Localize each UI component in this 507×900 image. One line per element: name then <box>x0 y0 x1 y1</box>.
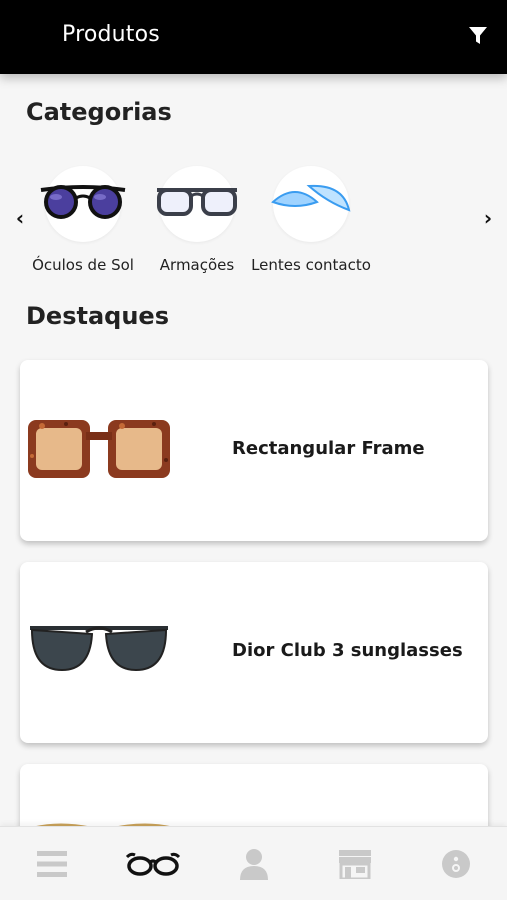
info-icon <box>441 850 470 878</box>
category-label: Armações <box>159 256 235 274</box>
dark-aviator-sunglasses <box>30 626 168 672</box>
carousel-next-button[interactable]: › <box>480 204 496 232</box>
category-item-contact-lenses[interactable]: Lentes contacto <box>251 166 371 274</box>
nav-stores[interactable] <box>304 827 405 900</box>
contact-lenses-image <box>271 184 351 212</box>
categories-heading: Categorias <box>26 98 172 126</box>
category-image-circle <box>271 166 351 242</box>
product-name: Dior Club 3 sunglasses <box>232 640 463 661</box>
product-card[interactable]: Rectangular Frame <box>20 360 488 541</box>
category-label: Lentes contacto <box>251 256 371 274</box>
nav-glasses[interactable] <box>102 827 203 900</box>
filter-button[interactable] <box>467 24 489 48</box>
nav-menu[interactable] <box>1 827 102 900</box>
category-image-circle <box>157 166 237 242</box>
bottom-navigation <box>0 826 507 900</box>
product-card[interactable]: Dior Club 3 sunglasses <box>20 562 488 743</box>
chevron-right-icon: › <box>483 206 493 230</box>
nav-info[interactable] <box>405 827 506 900</box>
glasses-icon <box>125 852 180 876</box>
eyeglass-frames-image <box>157 188 237 216</box>
user-icon <box>239 849 268 880</box>
sunglasses-image <box>40 185 126 219</box>
category-item-frames[interactable]: Armações <box>137 166 257 274</box>
highlights-heading: Destaques <box>26 302 169 330</box>
product-name: Rectangular Frame <box>232 438 425 459</box>
category-label: Óculos de Sol <box>32 256 134 274</box>
category-image-circle <box>40 166 126 242</box>
category-item-sunglasses[interactable]: Óculos de Sol <box>23 166 143 274</box>
store-icon <box>338 850 371 879</box>
app-screen: Produtos Categorias ‹ Óculos de Sol Arma… <box>0 0 507 900</box>
filter-icon <box>469 27 487 44</box>
menu-icon <box>36 851 67 877</box>
top-app-bar: Produtos <box>0 0 507 74</box>
page-title: Produtos <box>62 22 160 47</box>
tortoiseshell-square-sunglasses <box>28 420 170 478</box>
nav-profile[interactable] <box>203 827 304 900</box>
